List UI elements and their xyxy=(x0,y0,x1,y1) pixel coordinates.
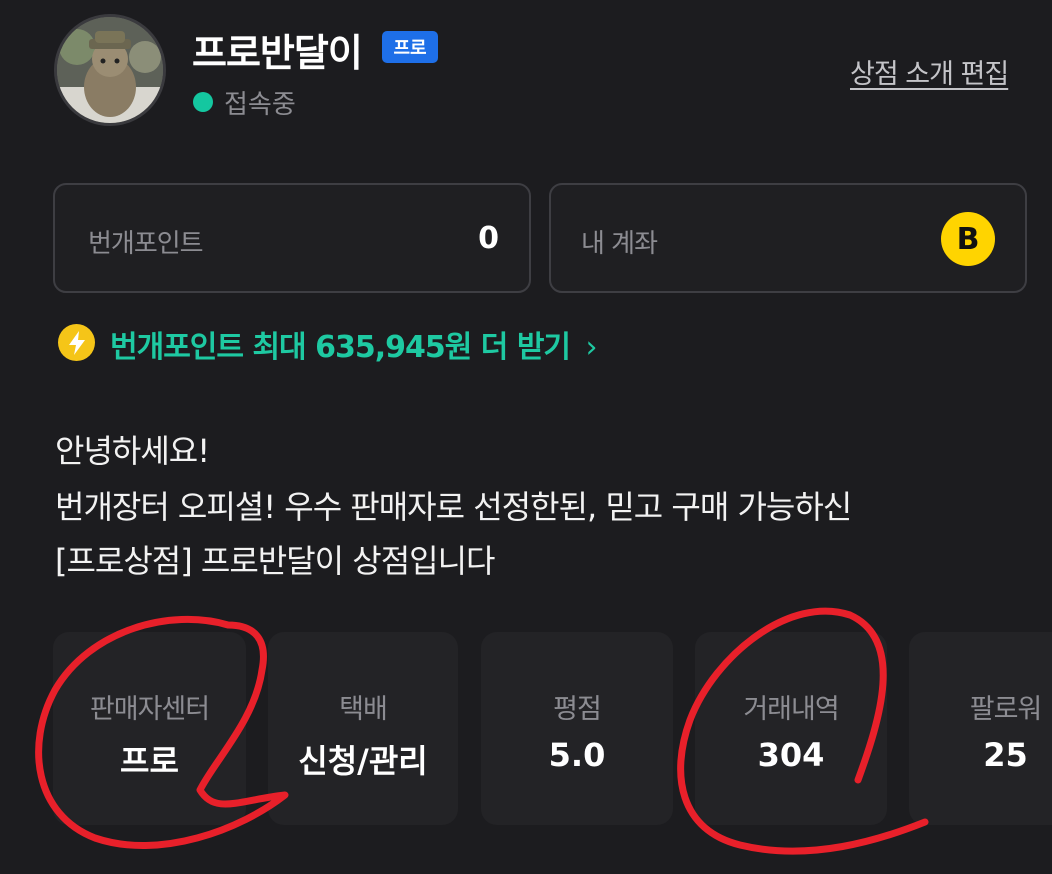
edit-shop-intro-link[interactable]: 상점 소개 편집 xyxy=(850,52,1009,91)
stat-value: 신청/관리 xyxy=(298,742,428,780)
intro-line-2: 번개장터 오피셜! 우수 판매자로 선정한된, 믿고 구매 가능하신 xyxy=(55,488,852,526)
intro-line-1: 안녕하세요! xyxy=(55,432,210,470)
points-promo-link[interactable]: 번개포인트 최대 635,945원 더 받기 › xyxy=(110,322,597,366)
b-coin-icon: B xyxy=(941,212,995,266)
online-status-dot-icon xyxy=(193,92,213,112)
stat-value: 프로 xyxy=(120,742,179,780)
promo-text: 번개포인트 최대 635,945원 더 받기 xyxy=(110,330,571,365)
stat-label: 평점 xyxy=(553,694,602,725)
online-status-text: 접속중 xyxy=(224,90,296,120)
avatar[interactable] xyxy=(54,14,166,126)
stat-label: 판매자센터 xyxy=(89,694,210,725)
intro-line-3: [프로상점] 프로반달이 상점입니다 xyxy=(55,542,495,580)
stat-followers[interactable]: 팔로워 25 xyxy=(909,632,1052,825)
stat-label: 팔로워 xyxy=(969,694,1043,725)
stat-delivery[interactable]: 택배 신청/관리 xyxy=(268,632,458,825)
stat-rating[interactable]: 평점 5.0 xyxy=(481,632,673,825)
account-label: 내 계좌 xyxy=(581,229,658,259)
shop-name: 프로반달이 xyxy=(192,31,363,75)
stat-transaction-history[interactable]: 거래내역 304 xyxy=(695,632,887,825)
chevron-right-icon: › xyxy=(585,330,597,365)
stat-value: 5.0 xyxy=(548,736,606,774)
stat-label: 택배 xyxy=(339,694,388,725)
pro-badge: 프로 xyxy=(382,31,438,63)
points-label: 번개포인트 xyxy=(88,229,204,259)
stat-label: 거래내역 xyxy=(743,694,839,725)
points-value: 0 xyxy=(478,221,499,256)
stat-seller-center[interactable]: 판매자센터 프로 xyxy=(53,632,246,825)
lightning-icon xyxy=(58,324,95,361)
stat-value: 25 xyxy=(983,736,1028,774)
points-card[interactable]: 번개포인트 0 xyxy=(53,183,531,293)
stat-value: 304 xyxy=(757,736,825,774)
